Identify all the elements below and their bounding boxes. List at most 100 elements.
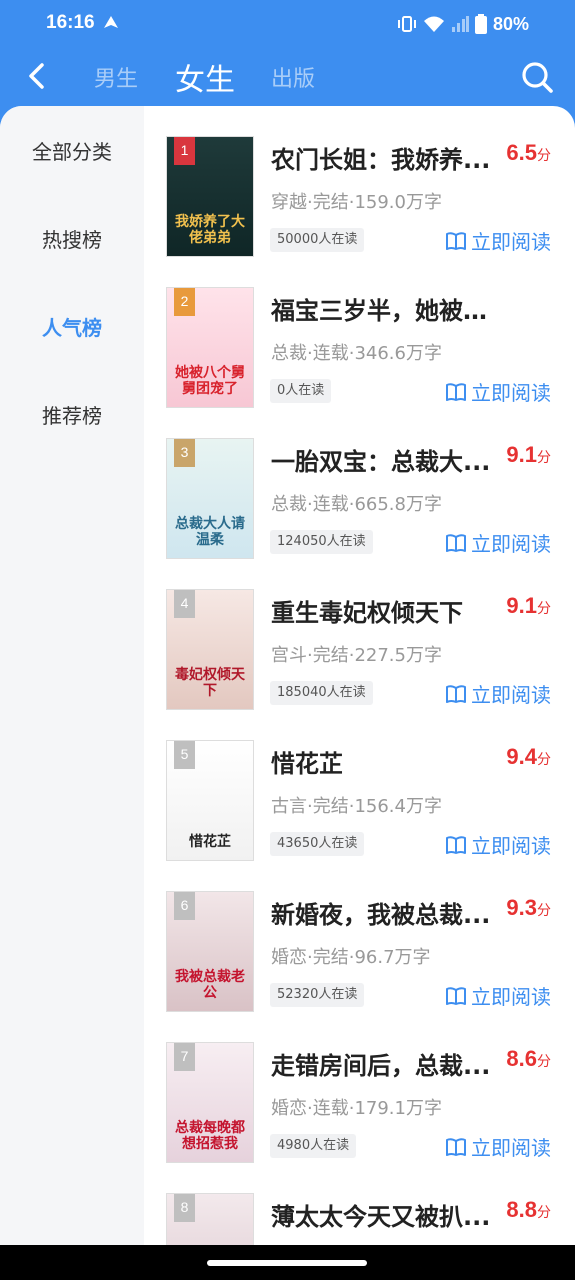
cover-title-art: 总裁大人请温柔: [175, 516, 245, 548]
readers-count-badge: 0人在读: [270, 379, 332, 403]
book-list: 1 我娇养了大佬弟弟 农门长姐：我娇养... 6.5分 穿越·完结·159.0万字 500…: [144, 106, 575, 1245]
book-item[interactable]: 6 我被总裁老公 新婚夜，我被总裁... 9.3分婚恋·完结·96.7万字 52320人…: [144, 861, 575, 1012]
book-item[interactable]: 5 惜花芷 惜花芷 9.4分古言·完结·156.4万字 43650人在读 立即阅读: [144, 710, 575, 861]
book-score: 9.3分: [506, 895, 551, 921]
main-content: 全部分类 热搜榜 人气榜 推荐榜 1 我娇养了大佬弟弟 农门长姐：我娇养... 6.5…: [0, 106, 575, 1245]
readers-count-badge: 52320人在读: [270, 983, 365, 1007]
book-meta: 总裁·连载·665.8万字: [271, 494, 442, 515]
cover-title-art: 总裁每晚都想招惹我: [175, 1120, 245, 1152]
read-now-button[interactable]: 立即阅读: [445, 377, 551, 406]
book-item[interactable]: 8 薄太太今天又被扒... 8.8分: [144, 1163, 575, 1245]
open-book-icon: [446, 1137, 466, 1156]
read-now-button[interactable]: 立即阅读: [445, 528, 551, 557]
book-score: 6.5分: [506, 140, 551, 166]
back-arrow-icon: [29, 63, 44, 89]
sidebar-item-popular[interactable]: 人气榜: [0, 312, 144, 341]
book-title[interactable]: 福宝三岁半，她被八...: [271, 291, 501, 326]
book-score: 8.6分: [506, 1046, 551, 1072]
score-unit: 分: [537, 449, 551, 465]
score-value: 8.6: [506, 1046, 537, 1071]
read-now-label: 立即阅读: [471, 683, 551, 707]
sidebar-item-all[interactable]: 全部分类: [0, 136, 144, 165]
book-cover[interactable]: 5 惜花芷: [166, 740, 254, 861]
tab-male[interactable]: 男生: [94, 48, 138, 106]
read-now-label: 立即阅读: [471, 1136, 551, 1160]
read-now-button[interactable]: 立即阅读: [445, 1132, 551, 1161]
read-now-label: 立即阅读: [471, 381, 551, 405]
book-cover[interactable]: 2 她被八个舅舅团宠了: [166, 287, 254, 408]
book-meta: 总裁·连载·346.6万字: [271, 343, 442, 364]
book-title[interactable]: 一胎双宝：总裁大...: [271, 442, 501, 477]
tab-female[interactable]: 女生: [175, 48, 235, 106]
score-value: 9.3: [506, 895, 537, 920]
cover-title-art: 我娇养了大佬弟弟: [175, 214, 245, 246]
book-item[interactable]: 3 总裁大人请温柔 一胎双宝：总裁大... 9.1分总裁·连载·665.8万字 1240…: [144, 408, 575, 559]
open-book-icon: [446, 684, 466, 703]
book-title[interactable]: 农门长姐：我娇养...: [271, 140, 501, 175]
score-value: 9.4: [506, 744, 537, 769]
score-unit: 分: [537, 147, 551, 163]
read-now-button[interactable]: 立即阅读: [445, 981, 551, 1010]
rank-badge: 1: [174, 137, 195, 165]
book-title[interactable]: 新婚夜，我被总裁...: [271, 895, 501, 930]
book-meta: 婚恋·完结·96.7万字: [271, 947, 431, 968]
sidebar-item-hot-search[interactable]: 热搜榜: [0, 224, 144, 253]
read-now-button[interactable]: 立即阅读: [445, 226, 551, 255]
book-item[interactable]: 1 我娇养了大佬弟弟 农门长姐：我娇养... 6.5分 穿越·完结·159.0万字 500…: [144, 106, 575, 257]
book-cover[interactable]: 7 总裁每晚都想招惹我: [166, 1042, 254, 1163]
system-nav-bar: [0, 1245, 575, 1280]
score-unit: 分: [537, 902, 551, 918]
book-meta: 古言·完结·156.4万字: [271, 796, 442, 817]
book-score: 9.1分: [506, 593, 551, 619]
rank-badge: 8: [174, 1194, 195, 1222]
book-cover[interactable]: 1 我娇养了大佬弟弟: [166, 136, 254, 257]
read-now-label: 立即阅读: [471, 834, 551, 858]
book-item[interactable]: 2 她被八个舅舅团宠了 福宝三岁半，她被八... 总裁·连载·346.6万字 0人在读 立…: [144, 257, 575, 408]
score-unit: 分: [537, 600, 551, 616]
book-cover[interactable]: 4 毒妃权倾天下: [166, 589, 254, 710]
category-sidebar: 全部分类 热搜榜 人气榜 推荐榜: [0, 106, 144, 1245]
book-cover[interactable]: 6 我被总裁老公: [166, 891, 254, 1012]
book-meta: 婚恋·连载·179.1万字: [271, 1098, 442, 1119]
read-now-button[interactable]: 立即阅读: [445, 830, 551, 859]
book-score: 8.8分: [506, 1197, 551, 1223]
read-now-label: 立即阅读: [471, 985, 551, 1009]
rank-badge: 3: [174, 439, 195, 467]
navigation-arrow-icon: [104, 16, 118, 28]
readers-count-badge: 124050人在读: [270, 530, 373, 554]
book-title[interactable]: 走错房间后，总裁...: [271, 1046, 501, 1081]
score-unit: 分: [537, 1053, 551, 1069]
battery-percent: 80%: [492, 13, 529, 34]
book-title[interactable]: 重生毒妃权倾天下: [271, 593, 501, 628]
score-value: 6.5: [506, 140, 537, 165]
signal-icon: [451, 16, 469, 32]
book-item[interactable]: 7 总裁每晚都想招惹我 走错房间后，总裁... 8.6分 婚恋·连载·179.1万字 49…: [144, 1012, 575, 1163]
book-score: 9.1分: [506, 442, 551, 468]
open-book-icon: [446, 533, 466, 552]
open-book-icon: [446, 382, 466, 401]
readers-count-badge: 43650人在读: [270, 832, 365, 856]
back-button[interactable]: [18, 58, 54, 94]
cover-title-art: 我被总裁老公: [175, 969, 245, 1001]
book-title[interactable]: 薄太太今天又被扒...: [271, 1197, 501, 1232]
score-value: 8.8: [506, 1197, 537, 1222]
score-unit: 分: [537, 1204, 551, 1220]
book-cover[interactable]: 3 总裁大人请温柔: [166, 438, 254, 559]
cover-title-art: 她被八个舅舅团宠了: [175, 365, 245, 397]
home-indicator[interactable]: [207, 1260, 367, 1266]
book-cover[interactable]: 8: [166, 1193, 254, 1245]
tab-publish[interactable]: 出版: [271, 48, 315, 106]
score-value: 9.1: [506, 442, 537, 467]
readers-count-badge: 185040人在读: [270, 681, 373, 705]
status-bar: 16:16 80%: [0, 0, 575, 48]
battery-icon: [474, 14, 487, 34]
score-unit: 分: [537, 751, 551, 767]
book-title[interactable]: 惜花芷: [271, 744, 501, 779]
status-time: 16:16: [46, 12, 95, 33]
sidebar-item-recommended[interactable]: 推荐榜: [0, 400, 144, 429]
open-book-icon: [446, 835, 466, 854]
read-now-button[interactable]: 立即阅读: [445, 679, 551, 708]
wifi-icon: [423, 16, 444, 32]
search-icon[interactable]: [519, 59, 555, 95]
book-item[interactable]: 4 毒妃权倾天下 重生毒妃权倾天下 9.1分 宫斗·完结·227.5万字 185040人在…: [144, 559, 575, 710]
